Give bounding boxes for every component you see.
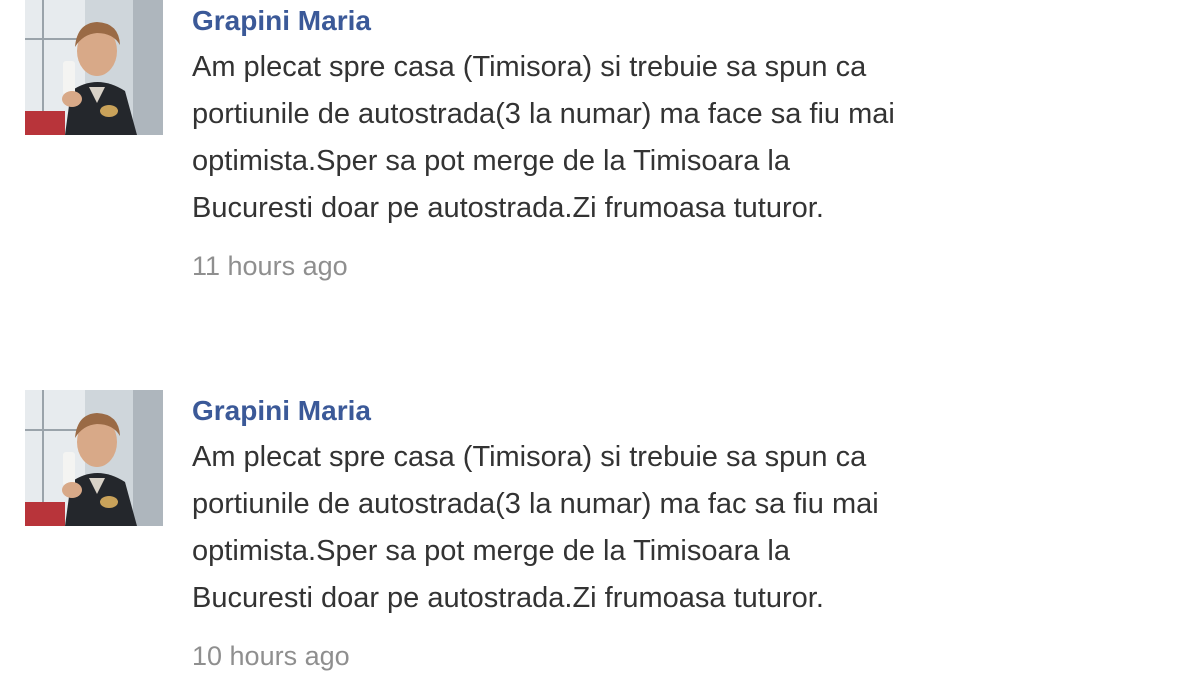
post-message-line: Bucuresti doar pe autostrada.Zi frumoasa… — [192, 192, 824, 224]
post-content: Grapini Maria Am plecat spre casa (Timis… — [192, 390, 1132, 673]
profile-photo-icon — [25, 390, 163, 526]
post-message-line: portiunile de autostrada(3 la numar) ma … — [192, 98, 895, 130]
feed-post: Grapini Maria Am plecat spre casa (Timis… — [25, 0, 1175, 283]
author-name-link[interactable]: Grapini Maria — [192, 393, 1132, 429]
feed: Grapini Maria Am plecat spre casa (Timis… — [0, 0, 1200, 675]
post-message-line: portiunile de autostrada(3 la numar) ma … — [192, 488, 879, 520]
post-message-line: Am plecat spre casa (Timisora) si trebui… — [192, 441, 867, 473]
post-message-line: Am plecat spre casa (Timisora) si trebui… — [192, 51, 867, 83]
post-timestamp-link[interactable]: 11 hours ago — [192, 249, 1132, 283]
post-message: Am plecat spre casa (Timisora) si trebui… — [192, 434, 1092, 622]
post-content: Grapini Maria Am plecat spre casa (Timis… — [192, 0, 1132, 283]
feed-post: Grapini Maria Am plecat spre casa (Timis… — [25, 390, 1175, 673]
profile-photo-icon — [25, 0, 163, 135]
post-message: Am plecat spre casa (Timisora) si trebui… — [192, 44, 1092, 232]
avatar[interactable] — [25, 390, 163, 526]
post-timestamp-link[interactable]: 10 hours ago — [192, 639, 1132, 673]
avatar[interactable] — [25, 0, 163, 135]
author-name-link[interactable]: Grapini Maria — [192, 3, 1132, 39]
post-message-line: optimista.Sper sa pot merge de la Timiso… — [192, 145, 790, 177]
post-message-line: optimista.Sper sa pot merge de la Timiso… — [192, 535, 790, 567]
post-message-line: Bucuresti doar pe autostrada.Zi frumoasa… — [192, 582, 824, 614]
